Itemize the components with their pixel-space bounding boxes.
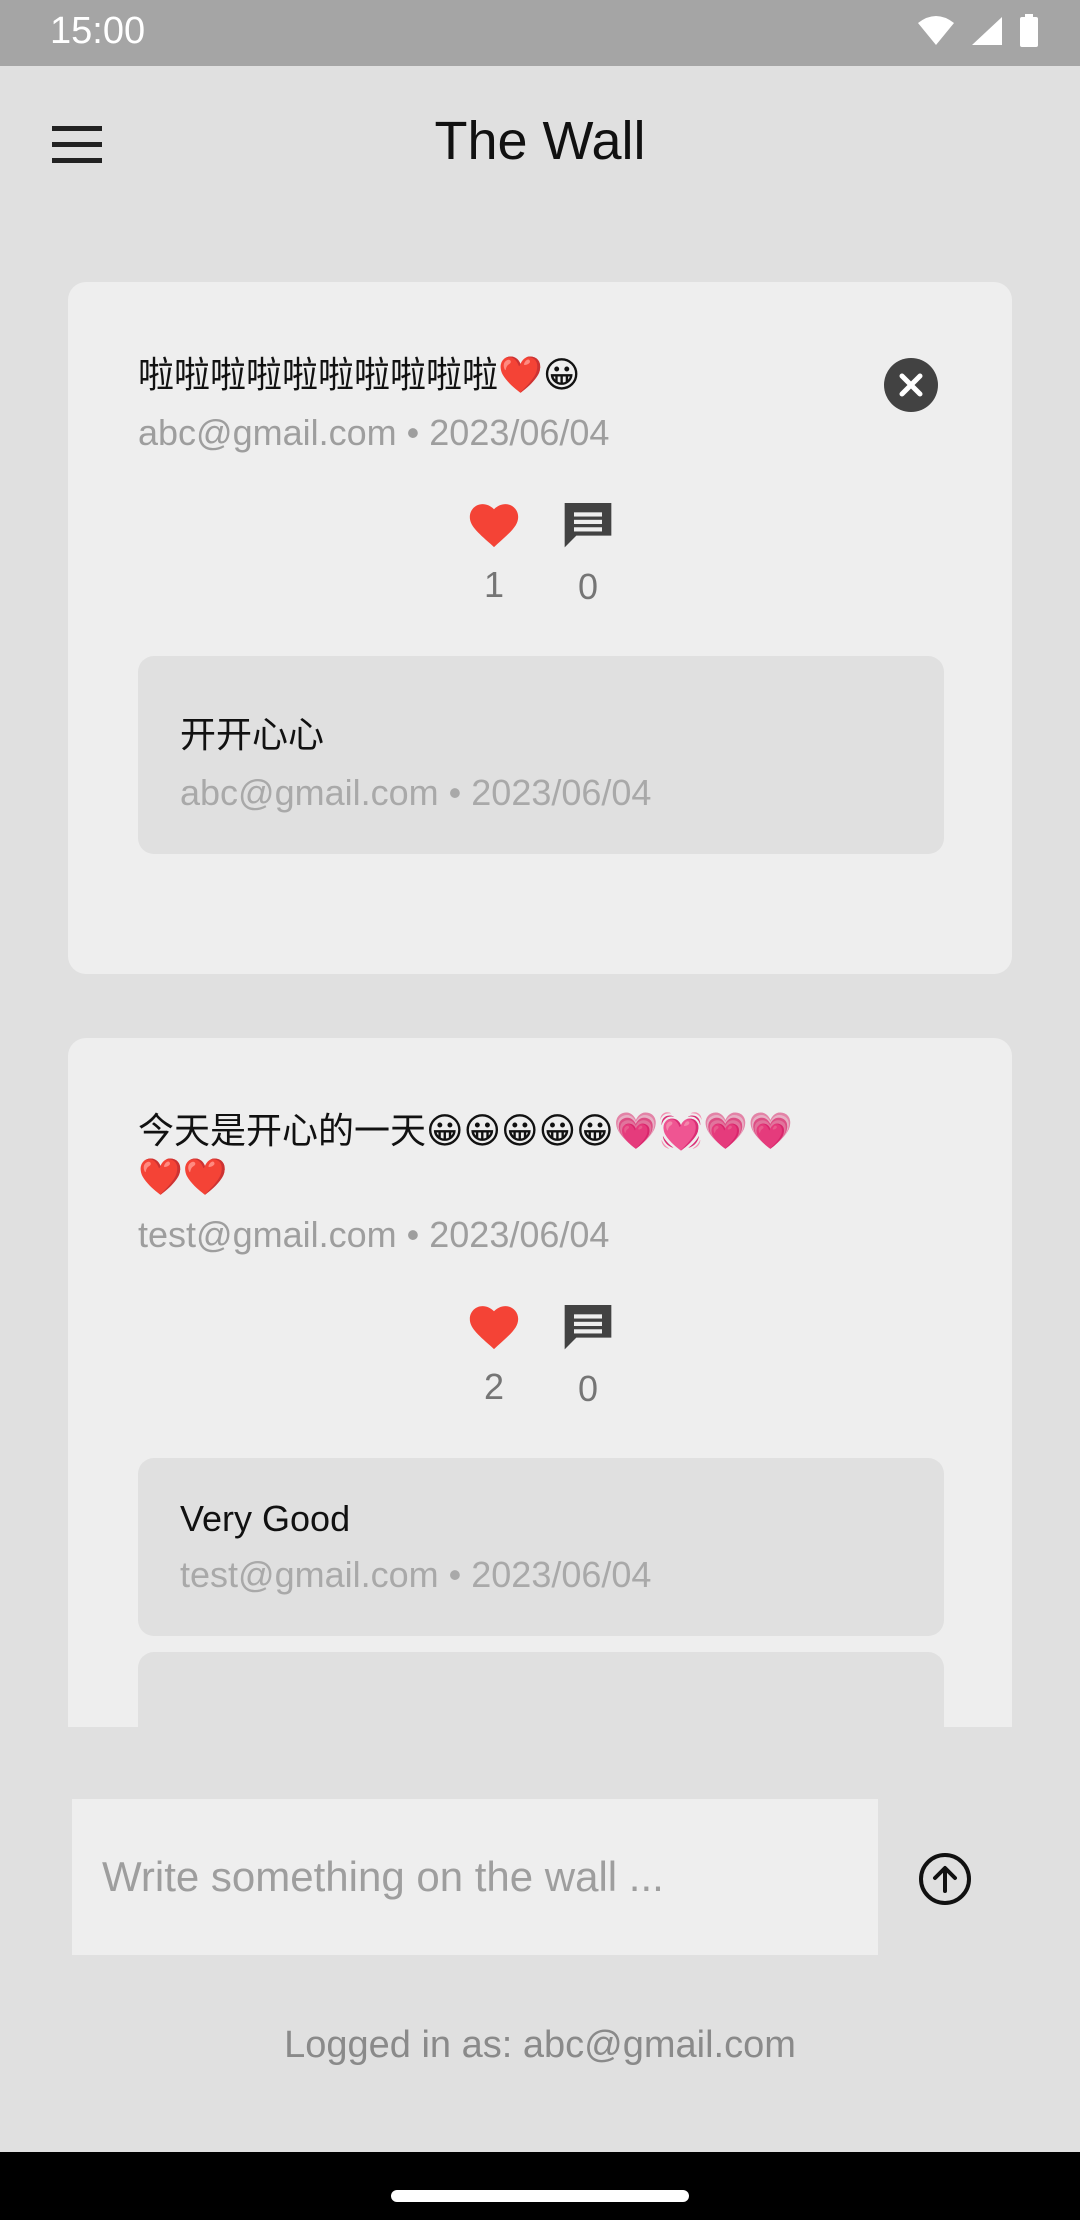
post-composer [72, 1799, 878, 1955]
post-message: 啦啦啦啦啦啦啦啦啦啦❤️😀 [138, 354, 581, 395]
comment-date: 2023/06/04 [471, 772, 652, 813]
comment-meta: abc@gmail.com • 2023/06/04 [180, 772, 902, 814]
like-count: 1 [483, 564, 505, 605]
comment-user: abc@gmail.com [180, 772, 439, 813]
comment-text: Very Good [180, 1498, 351, 1539]
status-bar: 15:00 [0, 0, 1080, 66]
comment-date: 2023/06/04 [471, 1554, 652, 1595]
meta-separator: • [448, 772, 462, 813]
comment-item: Very Good test@gmail.com • 2023/06/04 [138, 1458, 944, 1636]
meta-separator: • [448, 1554, 462, 1595]
system-nav-bar [0, 2152, 1080, 2220]
comment-item: 开开心心 abc@gmail.com • 2023/06/04 [138, 656, 944, 854]
comment-text: 开开心心 [180, 714, 325, 755]
comment-button[interactable]: 0 [559, 496, 617, 608]
arrow-up-circle-icon [919, 1853, 971, 1905]
post-user: test@gmail.com [138, 1214, 397, 1255]
close-icon [899, 373, 923, 397]
like-button[interactable]: 1 [465, 496, 523, 608]
logged-in-label: Logged in as: abc@gmail.com [284, 2024, 796, 2066]
meta-separator: • [406, 412, 420, 453]
like-button[interactable]: 2 [465, 1298, 523, 1410]
post-date: 2023/06/04 [429, 412, 610, 453]
home-gesture-handle[interactable] [391, 2190, 689, 2202]
comment-icon [564, 1305, 612, 1350]
signal-icon [972, 17, 1002, 45]
like-count: 2 [483, 1366, 505, 1407]
meta-separator: • [406, 1214, 420, 1255]
delete-post-button[interactable] [884, 358, 938, 412]
post-message: 今天是开心的一天😀😀😀😀😀💗💓💗💗❤️❤️ [138, 1110, 793, 1197]
comment-count: 0 [577, 1368, 599, 1409]
post-meta: test@gmail.com • 2023/06/04 [138, 1214, 944, 1256]
post-meta: abc@gmail.com • 2023/06/04 [138, 412, 944, 454]
battery-icon [1020, 14, 1038, 47]
post-reactions: 2 0 [138, 1298, 944, 1410]
heart-icon [469, 504, 519, 548]
wifi-icon [918, 16, 954, 45]
wall-post-input[interactable] [72, 1799, 878, 1955]
post-reactions: 1 0 [138, 496, 944, 608]
app-bar: The Wall [0, 66, 1080, 222]
comment-item [138, 1652, 944, 1727]
page-title: The Wall [434, 111, 646, 171]
status-time: 15:00 [50, 10, 146, 52]
wall-post: 今天是开心的一天😀😀😀😀😀💗💓💗💗❤️❤️ test@gmail.com • 2… [68, 1038, 1012, 1727]
comment-icon [564, 503, 612, 548]
heart-icon [469, 1306, 519, 1350]
comment-user: test@gmail.com [180, 1554, 439, 1595]
comment-button[interactable]: 0 [559, 1298, 617, 1410]
submit-post-button[interactable] [917, 1851, 973, 1907]
status-icons [916, 14, 1040, 48]
wall-post: 啦啦啦啦啦啦啦啦啦啦❤️😀 abc@gmail.com • 2023/06/04… [68, 282, 1012, 974]
wall-feed[interactable]: 啦啦啦啦啦啦啦啦啦啦❤️😀 abc@gmail.com • 2023/06/04… [68, 282, 1012, 1727]
post-date: 2023/06/04 [429, 1214, 610, 1255]
comment-count: 0 [577, 566, 599, 607]
comment-meta: test@gmail.com • 2023/06/04 [180, 1554, 902, 1596]
post-user: abc@gmail.com [138, 412, 397, 453]
